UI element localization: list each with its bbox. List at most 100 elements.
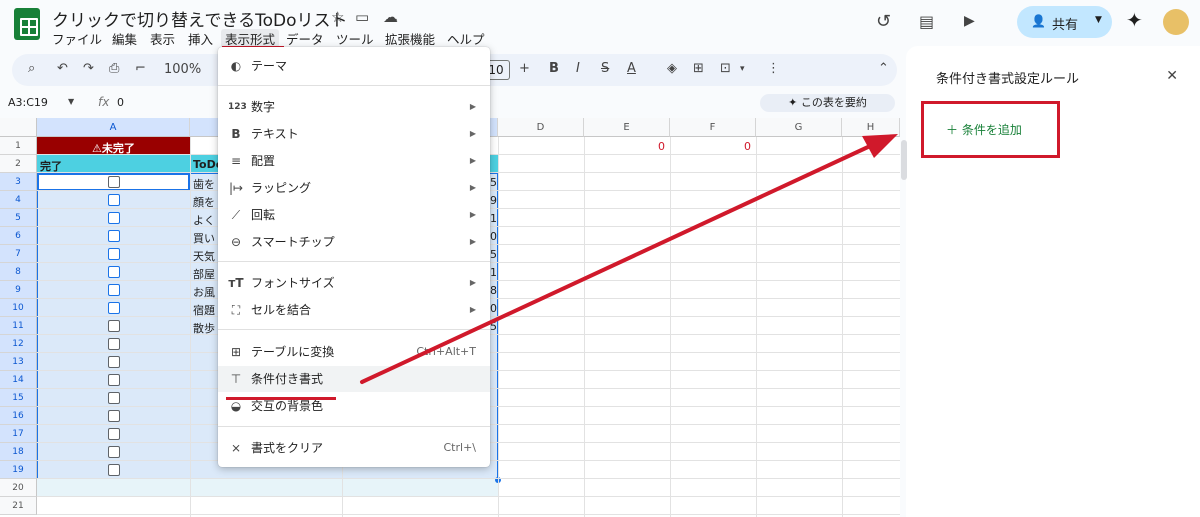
menu-insert[interactable]: 挿入 bbox=[188, 29, 213, 48]
more-options-icon[interactable]: ⋮ bbox=[767, 61, 780, 76]
menu-item-theme[interactable]: ◐ テーマ bbox=[218, 53, 490, 79]
share-button[interactable]: 👤 共有 ▼ bbox=[1017, 6, 1112, 38]
menu-edit[interactable]: 編集 bbox=[112, 29, 137, 48]
cell-b2[interactable]: ToDo bbox=[193, 158, 218, 171]
row-header-5[interactable]: 5 bbox=[0, 209, 37, 227]
menu-item-clear-formatting[interactable]: ⨯ 書式をクリア Ctrl+\ bbox=[218, 435, 490, 461]
checkbox[interactable] bbox=[108, 302, 120, 314]
checkbox[interactable] bbox=[108, 230, 120, 242]
row-header-4[interactable]: 4 bbox=[0, 191, 37, 209]
move-folder-icon[interactable]: ▭ bbox=[355, 8, 369, 26]
row-header-13[interactable]: 13 bbox=[0, 353, 37, 371]
row-header-8[interactable]: 8 bbox=[0, 263, 37, 281]
collapse-toolbar-icon[interactable]: ⌃ bbox=[878, 61, 889, 76]
checkbox[interactable] bbox=[108, 212, 120, 224]
row-header-19[interactable]: 19 bbox=[0, 461, 37, 479]
checkbox[interactable] bbox=[108, 194, 120, 206]
close-icon[interactable]: ✕ bbox=[1166, 68, 1178, 84]
avatar[interactable] bbox=[1163, 9, 1189, 35]
row-header-6[interactable]: 6 bbox=[0, 227, 37, 245]
col-header-h[interactable]: H bbox=[842, 118, 900, 137]
formula-input[interactable]: 0 bbox=[117, 96, 124, 109]
select-all-corner[interactable] bbox=[0, 118, 37, 137]
checkbox[interactable] bbox=[108, 176, 120, 188]
row-header-10[interactable]: 10 bbox=[0, 299, 37, 317]
comment-icon[interactable]: ▤ bbox=[919, 12, 934, 31]
summarize-table-button[interactable]: ✦ この表を要約 bbox=[760, 94, 895, 112]
menu-file[interactable]: ファイル bbox=[52, 29, 102, 48]
col-header-d[interactable]: D bbox=[498, 118, 584, 137]
increase-font-icon[interactable]: + bbox=[519, 61, 530, 76]
row-header-11[interactable]: 11 bbox=[0, 317, 37, 335]
row-header-9[interactable]: 9 bbox=[0, 281, 37, 299]
menu-item-conditional-formatting[interactable]: ⊤ 条件付き書式 bbox=[218, 366, 490, 392]
row-header-21[interactable]: 21 bbox=[0, 497, 37, 515]
menu-item-merge-cells[interactable]: ⛶ セルを結合 ▶ bbox=[218, 297, 490, 323]
redo-icon[interactable]: ↷ bbox=[83, 61, 94, 76]
checkbox[interactable] bbox=[108, 320, 120, 332]
search-menus-icon[interactable]: ⌕ bbox=[28, 61, 35, 76]
text-color-icon[interactable]: A bbox=[627, 61, 636, 76]
checkbox[interactable] bbox=[108, 446, 120, 458]
vertical-scrollbar[interactable] bbox=[901, 140, 907, 180]
checkbox[interactable] bbox=[108, 464, 120, 476]
row-header-20[interactable]: 20 bbox=[0, 479, 37, 497]
borders-icon[interactable]: ⊞ bbox=[693, 61, 704, 76]
zoom-select[interactable]: 100% bbox=[164, 62, 201, 77]
print-icon[interactable]: ⎙ bbox=[109, 61, 119, 76]
menu-data[interactable]: データ bbox=[286, 29, 324, 48]
cell-todo[interactable]: よく bbox=[193, 212, 217, 228]
checkbox[interactable] bbox=[108, 266, 120, 278]
menu-item-convert-to-table[interactable]: ⊞ テーブルに変換 Ctrl+Alt+T bbox=[218, 339, 490, 365]
menu-item-alignment[interactable]: ≡ 配置 ▶ bbox=[218, 148, 490, 174]
row-header-2[interactable]: 2 bbox=[0, 155, 37, 173]
fill-color-icon[interactable]: ◈ bbox=[667, 61, 677, 76]
merge-dropdown-icon[interactable]: ▾ bbox=[740, 64, 745, 74]
bold-icon[interactable]: B bbox=[549, 61, 559, 76]
cell-todo[interactable]: 散歩 bbox=[193, 320, 217, 336]
doc-title[interactable]: クリックで切り替えできるToDoリスト bbox=[52, 6, 348, 31]
cell-todo[interactable]: 顔を bbox=[193, 194, 217, 210]
col-header-f[interactable]: F bbox=[670, 118, 756, 137]
cell-todo[interactable]: 部屋 bbox=[193, 266, 217, 282]
checkbox[interactable] bbox=[108, 410, 120, 422]
history-icon[interactable]: ↺ bbox=[876, 11, 891, 32]
row-header-12[interactable]: 12 bbox=[0, 335, 37, 353]
menu-item-text[interactable]: B テキスト ▶ bbox=[218, 121, 490, 147]
menu-item-smart-chip[interactable]: ⊖ スマートチップ ▶ bbox=[218, 229, 490, 255]
row-header-15[interactable]: 15 bbox=[0, 389, 37, 407]
row-header-3[interactable]: 3 bbox=[0, 173, 37, 191]
menu-help[interactable]: ヘルプ bbox=[447, 29, 485, 48]
menu-tools[interactable]: ツール bbox=[336, 29, 374, 48]
add-rule-button[interactable]: ＋ 条件を追加 bbox=[946, 121, 1022, 138]
name-box-dropdown-icon[interactable]: ▼ bbox=[68, 97, 74, 106]
name-box[interactable]: A3:C19 bbox=[8, 96, 48, 109]
menu-extensions[interactable]: 拡張機能 bbox=[385, 29, 435, 48]
row-header-7[interactable]: 7 bbox=[0, 245, 37, 263]
cell-e1[interactable]: 0 bbox=[658, 140, 665, 153]
menu-view[interactable]: 表示 bbox=[150, 29, 175, 48]
cell-todo[interactable]: 歯を bbox=[193, 176, 217, 192]
row-header-14[interactable]: 14 bbox=[0, 371, 37, 389]
star-icon[interactable]: ☆ bbox=[331, 8, 344, 26]
menu-item-number[interactable]: 123 数字 ▶ bbox=[218, 94, 490, 120]
col-header-a[interactable]: A bbox=[37, 118, 190, 137]
cell-todo[interactable]: お風 bbox=[193, 284, 217, 300]
cloud-status-icon[interactable]: ☁ bbox=[383, 8, 398, 26]
paint-format-icon[interactable]: ⌐ bbox=[135, 61, 146, 76]
checkbox[interactable] bbox=[108, 338, 120, 350]
undo-icon[interactable]: ↶ bbox=[57, 61, 68, 76]
menu-item-rotation[interactable]: ⟋ 回転 ▶ bbox=[218, 202, 490, 228]
menu-item-wrapping[interactable]: |↦ ラッピング ▶ bbox=[218, 175, 490, 201]
checkbox[interactable] bbox=[108, 248, 120, 260]
merge-cells-icon[interactable]: ⊡ bbox=[720, 61, 731, 76]
checkbox[interactable] bbox=[108, 284, 120, 296]
checkbox[interactable] bbox=[108, 428, 120, 440]
gemini-sparkle-icon[interactable]: ✦ bbox=[1126, 8, 1143, 32]
row-header-1[interactable]: 1 bbox=[0, 137, 37, 155]
row-header-17[interactable]: 17 bbox=[0, 425, 37, 443]
cell-todo[interactable]: 買い bbox=[193, 230, 217, 246]
cell-f1[interactable]: 0 bbox=[744, 140, 751, 153]
checkbox[interactable] bbox=[108, 356, 120, 368]
italic-icon[interactable]: I bbox=[576, 61, 580, 76]
